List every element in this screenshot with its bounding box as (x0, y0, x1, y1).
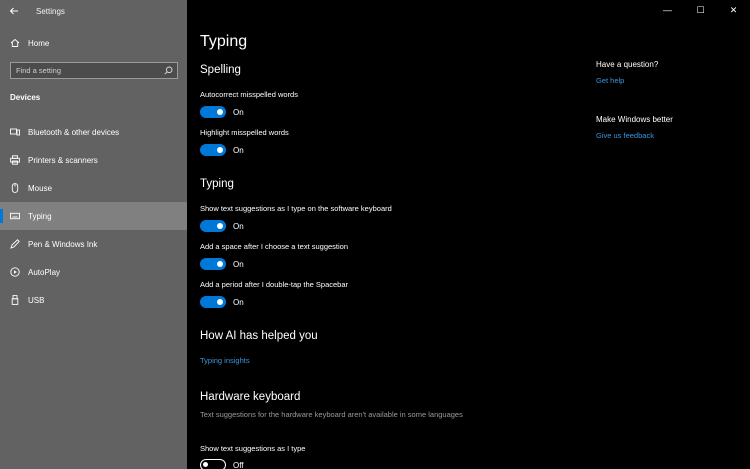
get-help-link[interactable]: Get help (596, 76, 624, 85)
title-bar: Settings (0, 0, 187, 22)
feedback-section: Make Windows better (596, 115, 673, 124)
toggle-knob (217, 147, 223, 153)
autocorrect-state: On (233, 107, 244, 117)
sidebar-item-printers[interactable]: Printers & scanners (0, 146, 187, 174)
add-period-toggle-row: On (200, 296, 244, 308)
sidebar-item-label: AutoPlay (28, 267, 61, 277)
hardware-suggestions-toggle[interactable] (200, 459, 226, 469)
have-question-heading: Have a question? (596, 60, 659, 69)
sidebar-item-label: Printers & scanners (28, 155, 98, 165)
usb-icon (10, 295, 20, 305)
sidebar: Settings Home Devices Bluetooth & other … (0, 0, 187, 469)
hardware-suggestions-label: Show text suggestions as I type (200, 444, 306, 453)
back-button[interactable] (0, 0, 28, 22)
highlight-label: Highlight misspelled words (200, 128, 289, 137)
sidebar-item-home[interactable]: Home (0, 34, 187, 52)
hardware-suggestions-toggle-row: Off (200, 459, 244, 469)
highlight-toggle[interactable] (200, 144, 226, 156)
text-suggestions-label: Show text suggestions as I type on the s… (200, 204, 392, 213)
add-period-label: Add a period after I double-tap the Spac… (200, 280, 349, 289)
spelling-heading: Spelling (200, 64, 241, 76)
highlight-toggle-row: On (200, 144, 244, 156)
pen-icon (10, 239, 20, 249)
page-title: Typing (200, 33, 248, 50)
printer-icon (10, 155, 20, 165)
toggle-knob (217, 261, 223, 267)
home-icon (10, 38, 20, 48)
search-icon (164, 66, 173, 75)
sidebar-item-mouse[interactable]: Mouse (0, 174, 187, 202)
add-space-label: Add a space after I choose a text sugges… (200, 242, 349, 251)
search-box[interactable] (10, 62, 178, 79)
maximize-button[interactable]: ☐ (684, 0, 717, 20)
hardware-suggestions-state: Off (233, 460, 244, 469)
add-space-state: On (233, 259, 244, 269)
back-arrow-icon (9, 7, 18, 15)
minimize-button[interactable]: — (651, 0, 684, 20)
toggle-knob (217, 223, 223, 229)
add-space-toggle[interactable] (200, 258, 226, 270)
sidebar-item-typing[interactable]: Typing (0, 202, 187, 230)
make-windows-better-heading: Make Windows better (596, 115, 673, 124)
mouse-icon (10, 183, 20, 193)
sidebar-nav: Bluetooth & other devices Printers & sca… (0, 118, 187, 314)
help-section: Have a question? (596, 60, 658, 69)
sidebar-item-pen[interactable]: Pen & Windows Ink (0, 230, 187, 258)
highlight-state: On (233, 145, 244, 155)
sidebar-item-usb[interactable]: USB (0, 286, 187, 314)
hardware-keyboard-heading: Hardware keyboard (200, 391, 301, 403)
ai-heading: How AI has helped you (200, 330, 318, 342)
bluetooth-devices-icon (10, 127, 20, 137)
typing-insights-link[interactable]: Typing insights (200, 356, 250, 365)
autocorrect-toggle-row: On (200, 106, 244, 118)
sidebar-item-label: Pen & Windows Ink (28, 239, 98, 249)
add-period-toggle[interactable] (200, 296, 226, 308)
add-space-toggle-row: On (200, 258, 244, 270)
close-button[interactable]: ✕ (717, 0, 750, 20)
sidebar-item-label: Bluetooth & other devices (28, 127, 120, 137)
sidebar-item-autoplay[interactable]: AutoPlay (0, 258, 187, 286)
hardware-keyboard-description: Text suggestions for the hardware keyboa… (200, 410, 463, 419)
sidebar-item-label: USB (28, 295, 45, 305)
text-suggestions-toggle-row: On (200, 220, 244, 232)
add-period-state: On (233, 297, 244, 307)
autoplay-icon (10, 267, 20, 277)
sidebar-item-bluetooth[interactable]: Bluetooth & other devices (0, 118, 187, 146)
autocorrect-label: Autocorrect misspelled words (200, 90, 298, 99)
typing-heading: Typing (200, 178, 234, 190)
toggle-knob (203, 462, 208, 467)
toggle-knob (217, 109, 223, 115)
app-title: Settings (36, 6, 65, 16)
autocorrect-toggle[interactable] (200, 106, 226, 118)
window-controls: — ☐ ✕ (651, 0, 750, 20)
sidebar-item-label: Mouse (28, 183, 53, 193)
search-input[interactable] (16, 66, 156, 75)
give-feedback-link[interactable]: Give us feedback (596, 131, 654, 140)
text-suggestions-toggle[interactable] (200, 220, 226, 232)
section-heading-devices: Devices (10, 93, 41, 102)
home-label: Home (28, 38, 50, 48)
toggle-knob (217, 299, 223, 305)
sidebar-item-label: Typing (28, 211, 52, 221)
keyboard-icon (10, 211, 20, 221)
text-suggestions-state: On (233, 221, 244, 231)
main-content: — ☐ ✕ Typing Spelling Autocorrect misspe… (187, 0, 750, 469)
